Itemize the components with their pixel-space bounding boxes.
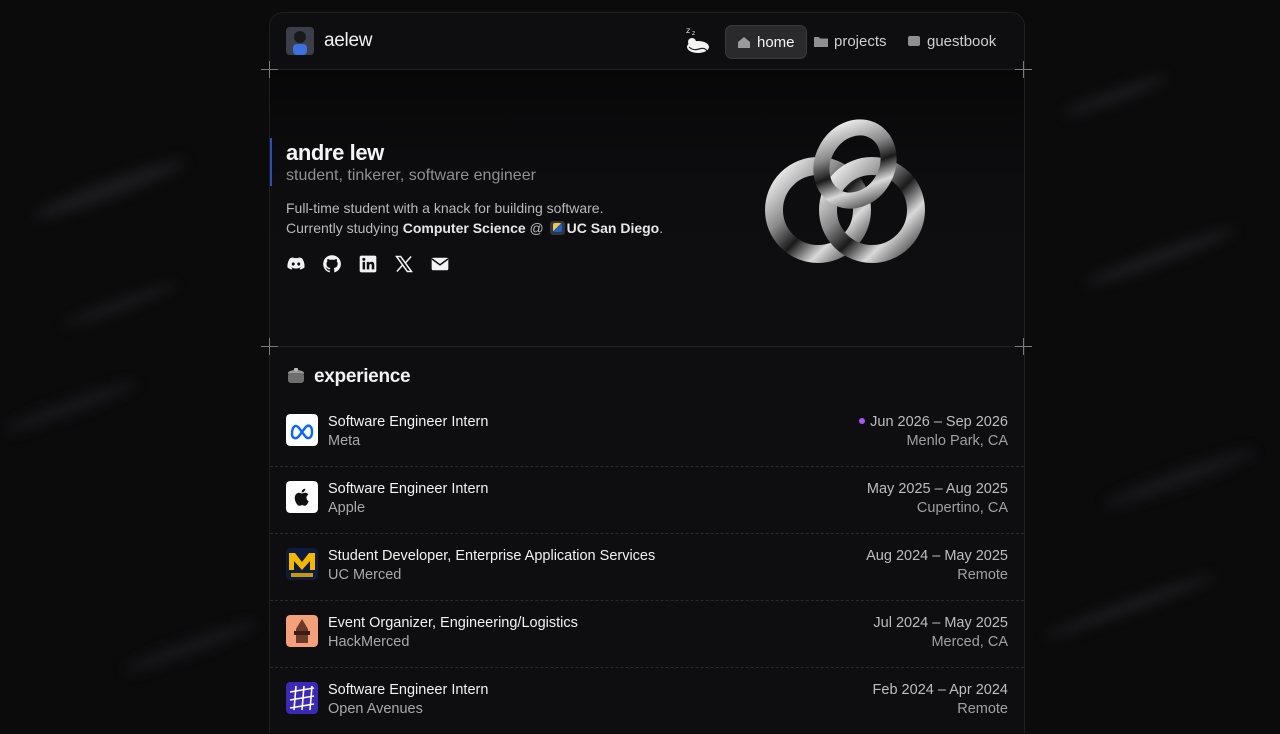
svg-text:z: z bbox=[686, 26, 690, 35]
corner-crosshair bbox=[1015, 338, 1032, 355]
profile-tagline: student, tinkerer, software engineer bbox=[286, 167, 536, 184]
meta-logo-icon bbox=[286, 414, 318, 446]
linkedin-icon[interactable] bbox=[358, 254, 378, 274]
logo-text[interactable]: aelew bbox=[324, 30, 372, 52]
chrome-knot-image bbox=[765, 119, 925, 263]
ucsd-logo-icon bbox=[549, 221, 565, 235]
bio-prefix: Currently studying bbox=[286, 220, 399, 236]
mail-icon[interactable] bbox=[430, 254, 450, 274]
experience-role: Software Engineer Intern bbox=[328, 682, 489, 698]
x-icon[interactable] bbox=[394, 254, 414, 274]
experience-item[interactable]: Software Engineer Intern Apple May 2025 … bbox=[270, 467, 1024, 534]
social-links bbox=[286, 254, 450, 274]
open-avenues-logo-icon bbox=[286, 682, 318, 714]
nav-home-label: home bbox=[757, 33, 795, 51]
experience-location: Remote bbox=[957, 567, 1008, 583]
profile-name: andre lew bbox=[286, 140, 384, 165]
background-streak bbox=[1, 376, 139, 438]
at-sign: @ bbox=[529, 220, 544, 236]
experience-dates: Aug 2024 – May 2025 bbox=[866, 548, 1008, 564]
experience-location: Menlo Park, CA bbox=[906, 433, 1008, 449]
discord-icon[interactable] bbox=[286, 254, 306, 274]
experience-item[interactable]: Software Engineer Intern Meta Jun 2026 –… bbox=[270, 400, 1024, 467]
background-streak bbox=[1061, 71, 1169, 121]
major: Computer Science bbox=[402, 220, 526, 236]
nav-home[interactable]: home bbox=[725, 25, 807, 59]
experience-org: Apple bbox=[328, 500, 366, 516]
notebook-icon bbox=[908, 36, 920, 46]
upcoming-indicator bbox=[859, 418, 866, 424]
background-streak bbox=[1082, 223, 1238, 291]
experience-location: Merced, CA bbox=[931, 634, 1008, 650]
experience-role: Student Developer, Enterprise Applicatio… bbox=[328, 548, 656, 564]
pot-icon bbox=[288, 368, 304, 383]
experience-role: Software Engineer Intern bbox=[328, 481, 489, 497]
experience-header: experience bbox=[286, 366, 411, 388]
nav-projects-label: projects bbox=[834, 32, 887, 50]
background-streak bbox=[1102, 443, 1258, 513]
apple-logo-icon bbox=[286, 481, 318, 513]
background-streak bbox=[1043, 569, 1217, 643]
folder-icon bbox=[814, 37, 828, 47]
experience-dates-text: Jun 2026 – Sep 2026 bbox=[870, 414, 1008, 430]
github-icon[interactable] bbox=[322, 254, 342, 274]
experience-title: experience bbox=[314, 366, 411, 387]
hero-section: andre lew student, tinkerer, software en… bbox=[270, 70, 1024, 347]
accent-bar bbox=[270, 138, 272, 186]
background-streak bbox=[61, 279, 179, 331]
nav-guestbook-label: guestbook bbox=[927, 32, 997, 50]
logo-avatar[interactable] bbox=[286, 27, 314, 55]
svg-text:z: z bbox=[692, 30, 695, 37]
school-link[interactable]: UC San Diego bbox=[567, 220, 660, 236]
experience-item[interactable]: Event Organizer, Engineering/Logistics H… bbox=[270, 601, 1024, 668]
experience-location: Remote bbox=[957, 701, 1008, 717]
background-streak bbox=[31, 153, 189, 225]
experience-role: Software Engineer Intern bbox=[328, 414, 489, 430]
sleeping-cat-icon[interactable]: z z bbox=[684, 25, 712, 55]
experience-role: Event Organizer, Engineering/Logistics bbox=[328, 615, 578, 631]
experience-item[interactable]: Software Engineer Intern Open Avenues Fe… bbox=[270, 668, 1024, 734]
experience-org: Open Avenues bbox=[328, 701, 423, 717]
bio-line-2: Currently studying Computer Science @ UC… bbox=[286, 220, 663, 236]
bio-period: . bbox=[659, 220, 664, 236]
nav-guestbook[interactable]: guestbook bbox=[896, 25, 1007, 57]
site-header: aelew z z home projects guestbook bbox=[270, 13, 1024, 70]
experience-org: Meta bbox=[328, 433, 361, 449]
experience-item[interactable]: Student Developer, Enterprise Applicatio… bbox=[270, 534, 1024, 601]
house-icon bbox=[738, 36, 750, 48]
experience-dates: Feb 2024 – Apr 2024 bbox=[872, 682, 1008, 698]
corner-crosshair bbox=[1015, 61, 1032, 78]
experience-location: Cupertino, CA bbox=[916, 500, 1008, 516]
experience-dates: Jul 2024 – May 2025 bbox=[873, 615, 1008, 631]
bio-line-1: Full-time student with a knack for build… bbox=[286, 200, 604, 216]
hackmerced-logo-icon bbox=[286, 615, 318, 647]
experience-org: HackMerced bbox=[328, 634, 410, 650]
background-streak bbox=[121, 616, 259, 678]
page-container: aelew z z home projects guestbook andre … bbox=[261, 12, 1032, 734]
corner-crosshair bbox=[261, 61, 278, 78]
experience-dates: May 2025 – Aug 2025 bbox=[866, 481, 1008, 497]
corner-crosshair bbox=[261, 338, 278, 355]
experience-org: UC Merced bbox=[328, 567, 402, 583]
nav-projects[interactable]: projects bbox=[803, 25, 898, 57]
experience-dates: Jun 2026 – Sep 2026 bbox=[859, 414, 1008, 430]
uc-merced-logo-icon bbox=[286, 548, 318, 580]
